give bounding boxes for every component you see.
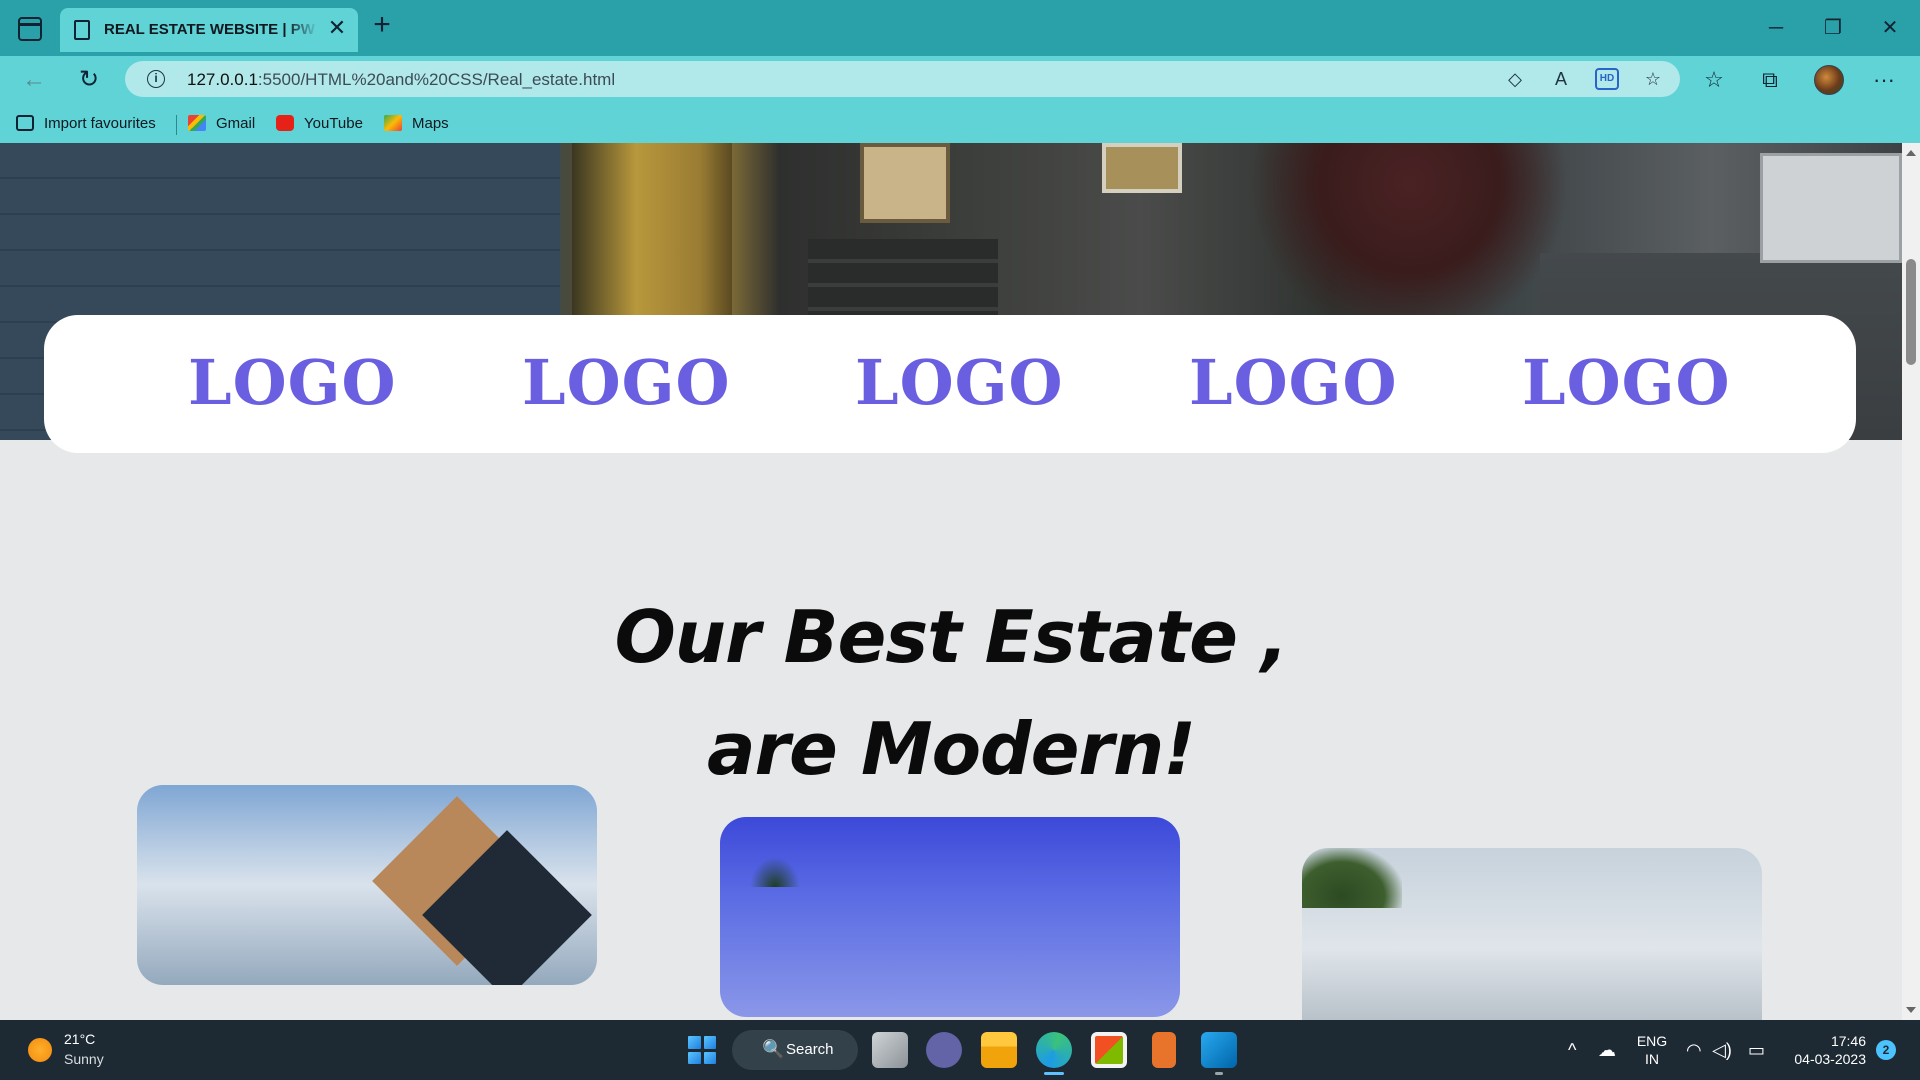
partner-logo: LOGO xyxy=(1522,346,1731,419)
page-scrollbar[interactable] xyxy=(1902,143,1920,1020)
favorites-divider xyxy=(176,115,177,135)
restore-button[interactable]: ❐ xyxy=(1815,12,1851,44)
windows-start-icon[interactable] xyxy=(684,1032,720,1068)
site-info-icon[interactable]: i xyxy=(147,70,165,88)
tray-chevron-icon[interactable]: ^ xyxy=(1568,1039,1576,1061)
browser-titlebar: REAL ESTATE WEBSITE | PW Assignment ✕ + … xyxy=(0,0,1920,56)
url-host: 127.0.0.1 xyxy=(187,70,258,89)
estate-card[interactable] xyxy=(137,785,597,985)
address-bar[interactable]: i 127.0.0.1:5500/HTML%20and%20CSS/Real_e… xyxy=(125,61,1680,97)
tab-title: REAL ESTATE WEBSITE | PW Assignment xyxy=(104,21,318,38)
language-code: ENG xyxy=(1636,1033,1668,1049)
new-tab-button[interactable]: + xyxy=(368,10,396,40)
favorite-youtube[interactable]: YouTube xyxy=(276,113,363,135)
section-heading: Our Best Estate , are Modern! xyxy=(0,581,1902,805)
favorite-label: Import favourites xyxy=(44,115,156,132)
partner-logo: LOGO xyxy=(855,346,1064,419)
hero-tree xyxy=(1250,143,1570,343)
scroll-down-icon[interactable] xyxy=(1906,1007,1916,1013)
wifi-icon[interactable]: ◠ xyxy=(1686,1039,1702,1061)
read-aloud-icon[interactable]: A xyxy=(1549,68,1573,90)
search-label: Search xyxy=(786,1041,834,1058)
hero-door xyxy=(860,143,950,223)
back-button[interactable]: ← xyxy=(18,64,50,96)
running-app-indicator xyxy=(1215,1072,1223,1075)
close-window-button[interactable]: ✕ xyxy=(1872,12,1908,44)
add-favorite-icon[interactable]: ☆ xyxy=(1641,68,1665,90)
partner-logo: LOGO xyxy=(1189,346,1398,419)
browser-toolbar: ← ↻ i 127.0.0.1:5500/HTML%20and%20CSS/Re… xyxy=(0,56,1920,103)
edge-browser-icon[interactable] xyxy=(1036,1032,1072,1068)
file-explorer-icon[interactable] xyxy=(981,1032,1017,1068)
hd-icon[interactable]: HD xyxy=(1595,68,1619,90)
import-icon xyxy=(16,115,34,131)
battery-icon[interactable]: ▭ xyxy=(1748,1039,1765,1061)
favorite-gmail[interactable]: Gmail xyxy=(188,113,255,135)
hero-garage xyxy=(1760,153,1902,263)
volume-icon[interactable]: ◁) xyxy=(1712,1039,1732,1061)
sun-icon[interactable] xyxy=(28,1038,52,1062)
weather-temperature[interactable]: 21°C xyxy=(64,1031,95,1047)
youtube-icon xyxy=(276,115,294,131)
estate-card[interactable] xyxy=(720,817,1180,1017)
scroll-thumb[interactable] xyxy=(1906,259,1916,365)
favorite-label: Maps xyxy=(412,115,449,132)
weather-condition[interactable]: Sunny xyxy=(64,1051,104,1067)
clock-date: 04-03-2023 xyxy=(1794,1051,1866,1067)
favorite-maps[interactable]: Maps xyxy=(384,113,449,135)
profile-avatar[interactable] xyxy=(1814,65,1844,95)
favorite-label: YouTube xyxy=(304,115,363,132)
favorite-label: Gmail xyxy=(216,115,256,132)
maps-icon xyxy=(384,115,402,131)
active-tab[interactable]: REAL ESTATE WEBSITE | PW Assignment ✕ xyxy=(60,8,358,52)
favorite-import[interactable]: Import favourites xyxy=(16,113,156,135)
system-clock[interactable]: 17:46 04-03-2023 xyxy=(1786,1032,1866,1068)
more-menu-icon[interactable]: ··· xyxy=(1868,64,1900,96)
clock-time: 17:46 xyxy=(1830,1033,1866,1049)
heading-line-1: Our Best Estate , xyxy=(614,595,1289,679)
collections-icon[interactable]: ⧉ xyxy=(1754,64,1786,96)
minimize-button[interactable]: ─ xyxy=(1758,12,1794,44)
estate-card[interactable] xyxy=(1302,848,1762,1020)
refresh-button[interactable]: ↻ xyxy=(73,64,105,96)
gmail-icon xyxy=(188,115,206,131)
tab-actions-icon[interactable] xyxy=(18,17,42,41)
vscode-icon[interactable] xyxy=(1201,1032,1237,1068)
partner-logo: LOGO xyxy=(188,346,397,419)
estate-image-tree xyxy=(1302,848,1402,908)
task-view-icon[interactable] xyxy=(872,1032,908,1068)
active-app-indicator xyxy=(1044,1072,1064,1075)
hero-window xyxy=(1102,143,1182,193)
close-tab-icon[interactable]: ✕ xyxy=(326,17,348,39)
notification-badge[interactable]: 2 xyxy=(1876,1040,1896,1060)
url-path: :5500/HTML%20and%20CSS/Real_estate.html xyxy=(257,70,616,89)
search-icon: 🔍 xyxy=(762,1039,785,1059)
language-indicator[interactable]: ENG IN xyxy=(1636,1032,1668,1068)
taskbar-search[interactable]: 🔍 Search xyxy=(732,1030,858,1070)
office-app-icon[interactable] xyxy=(1152,1032,1176,1068)
teams-chat-icon[interactable] xyxy=(926,1032,962,1068)
windows-taskbar: 21°C Sunny 🔍 Search ^ ☁ ENG IN ◠ ◁) ▭ 17… xyxy=(0,1020,1920,1080)
favorites-icon[interactable]: ☆ xyxy=(1698,64,1730,96)
tag-icon[interactable]: ◇ xyxy=(1503,68,1527,90)
onedrive-icon[interactable]: ☁ xyxy=(1598,1039,1616,1061)
region-code: IN xyxy=(1645,1051,1659,1067)
page-icon xyxy=(74,20,90,40)
scroll-up-icon[interactable] xyxy=(1906,150,1916,156)
url-text[interactable]: 127.0.0.1:5500/HTML%20and%20CSS/Real_est… xyxy=(187,70,615,90)
microsoft-store-icon[interactable] xyxy=(1091,1032,1127,1068)
favorites-bar: Import favourites Gmail YouTube Maps xyxy=(0,103,1920,143)
page-viewport: LOGO LOGO LOGO LOGO LOGO Our Best Estate… xyxy=(0,143,1902,1020)
partner-logo: LOGO xyxy=(522,346,731,419)
partner-logos-card: LOGO LOGO LOGO LOGO LOGO xyxy=(44,315,1856,453)
estate-image-palm xyxy=(750,857,800,887)
